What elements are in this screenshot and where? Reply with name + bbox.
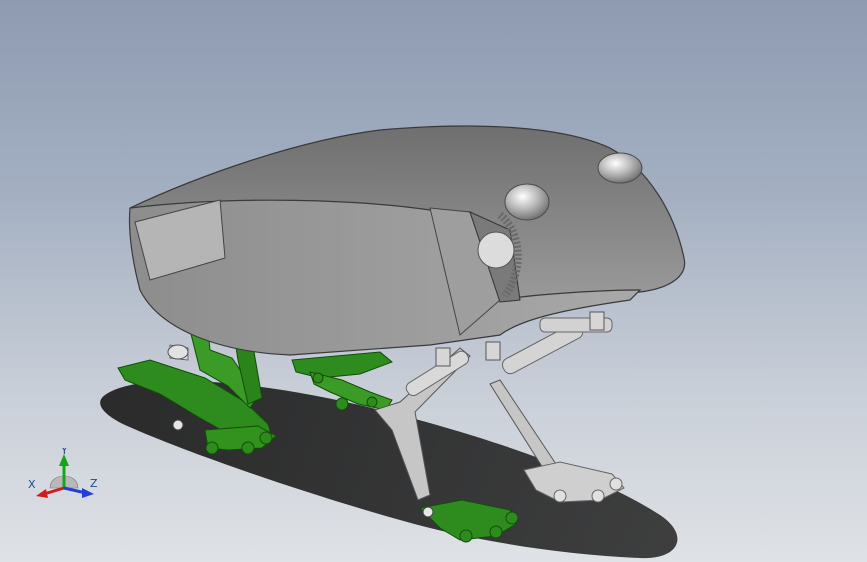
z-axis-label: Z [90,477,98,490]
right-dome [597,152,643,184]
cad-graphics-viewport[interactable]: Y X Z [0,0,867,562]
robot-model-scene[interactable] [0,0,867,562]
x-axis-arrow [36,489,48,498]
orientation-triad[interactable]: Y X Z [26,448,106,508]
y-axis-label: Y [60,448,68,457]
x-axis [43,486,65,496]
left-dome [504,183,550,221]
x-axis-label: X [28,478,36,491]
